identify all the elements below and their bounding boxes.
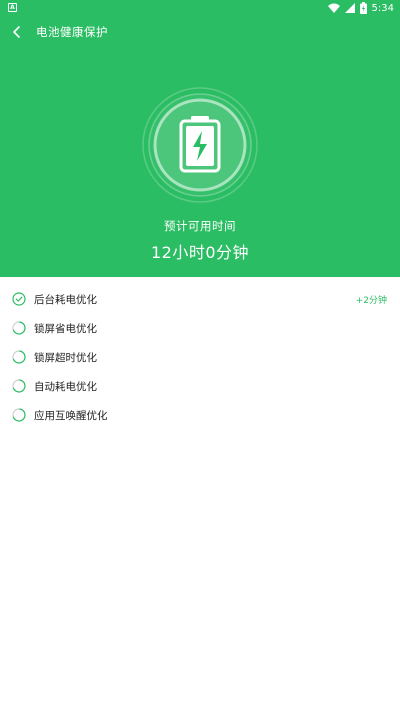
battery-ring	[141, 86, 259, 204]
notification-icon: A	[8, 3, 17, 12]
header-banner: A 5:34 电池健康保护 预计可用时间 12小时0分钟	[0, 0, 400, 277]
battery-ring-graphic	[142, 87, 258, 203]
check-circle-icon	[12, 292, 26, 306]
page-title: 电池健康保护	[36, 25, 108, 39]
estimate-value: 12小时0分钟	[150, 243, 250, 262]
list-item-auto-power: 自动耗电优化	[0, 372, 400, 400]
status-icons: 5:34	[327, 1, 394, 15]
item-label: 锁屏超时优化	[34, 352, 97, 364]
status-bar: A 5:34	[0, 0, 400, 16]
chevron-left-icon[interactable]	[8, 23, 26, 41]
time-gain-badge: +2分钟	[355, 296, 387, 306]
item-label: 自动耗电优化	[34, 381, 97, 393]
item-label: 锁屏省电优化	[34, 323, 97, 335]
list-item-lockscreen-timeout: 锁屏超时优化	[0, 343, 400, 371]
wifi-icon	[327, 3, 340, 13]
spinner-icon	[12, 408, 26, 422]
spinner-icon	[12, 321, 26, 335]
list-item-lockscreen-saving: 锁屏省电优化	[0, 314, 400, 342]
title-bar: 电池健康保护	[0, 18, 400, 46]
spinner-icon	[12, 350, 26, 364]
list-item-background-power: 后台耗电优化 +2分钟	[0, 285, 400, 313]
battery-icon	[359, 2, 367, 14]
estimate-label: 预计可用时间	[164, 219, 236, 233]
clock: 5:34	[371, 2, 394, 14]
list-item-app-wakeup: 应用互唤醒优化	[0, 401, 400, 429]
item-label: 应用互唤醒优化	[34, 410, 108, 422]
spinner-icon	[12, 379, 26, 393]
signal-icon	[344, 3, 355, 13]
item-label: 后台耗电优化	[34, 294, 97, 306]
